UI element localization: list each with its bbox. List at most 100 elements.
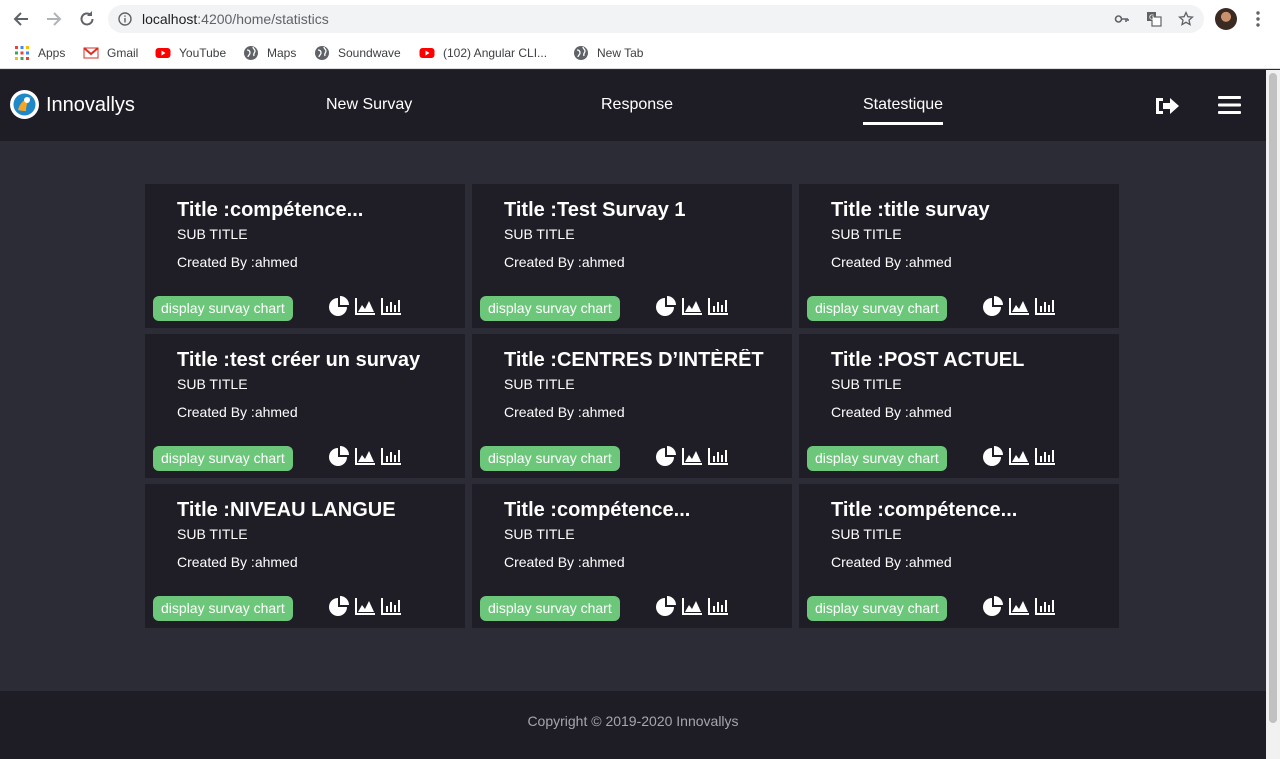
survey-creator: Created By :ahmed [504,254,625,270]
survey-creator: Created By :ahmed [177,404,298,420]
survey-card: Title :Test Survay 1 SUB TITLE Created By … [472,184,792,328]
page-scrollbar[interactable] [1266,70,1280,759]
url-text: localhost:4200/home/statistics [142,11,329,27]
address-bar[interactable]: localhost:4200/home/statistics G [108,5,1204,33]
reload-icon[interactable] [76,8,98,30]
forward-arrow-icon[interactable] [43,8,65,30]
display-survay-chart-button[interactable]: display survay chart [153,596,293,621]
bar-chart-icon[interactable] [707,446,729,466]
more-vert-icon[interactable] [1252,9,1264,29]
display-survay-chart-button[interactable]: display survay chart [807,446,947,471]
display-survay-chart-button[interactable]: display survay chart [153,296,293,321]
bar-chart-icon[interactable] [380,596,402,616]
bookmark-angular-cli[interactable]: (102) Angular CLI... [419,45,547,61]
area-chart-icon[interactable] [681,596,703,616]
bar-chart-icon[interactable] [707,596,729,616]
url-path: :4200/home/statistics [197,11,329,27]
bar-chart-icon[interactable] [707,296,729,316]
profile-avatar[interactable] [1215,8,1237,30]
survey-subtitle: SUB TITLE [177,226,248,242]
survey-title: Title :test créer un survay [177,349,421,371]
bar-chart-icon[interactable] [1034,296,1056,316]
area-chart-icon[interactable] [1008,446,1030,466]
survey-card: Title :POST ACTUEL SUB TITLE Created By :a… [799,334,1119,478]
brand-logo[interactable] [10,90,39,119]
nav-new-survay[interactable]: New Survay [326,96,412,114]
bookmark-star-icon[interactable] [1178,11,1194,27]
app-footer: Copyright © 2019-2020 Innovallys [0,691,1266,759]
pie-chart-icon[interactable] [655,596,677,616]
pie-chart-icon[interactable] [655,446,677,466]
bar-chart-icon[interactable] [1034,596,1056,616]
survey-subtitle: SUB TITLE [831,376,902,392]
survey-creator: Created By :ahmed [504,404,625,420]
pie-chart-icon[interactable] [655,296,677,316]
menu-hamburger-icon[interactable] [1218,95,1241,115]
survey-title: Title :POST ACTUEL [831,349,1025,371]
survey-card: Title :compétence... SUB TITLE Created By … [472,484,792,628]
area-chart-icon[interactable] [1008,296,1030,316]
bookmark-label: Gmail [107,46,139,60]
key-icon[interactable] [1114,11,1130,27]
survey-title: Title :NIVEAU LANGUE [177,499,396,521]
bookmark-label: Maps [267,46,297,60]
area-chart-icon[interactable] [354,446,376,466]
display-survay-chart-button[interactable]: display survay chart [480,296,620,321]
bookmark-soundwave[interactable]: Soundwave [314,45,401,61]
globe-icon [244,46,258,60]
bookmark-maps[interactable]: Maps [243,45,296,61]
pie-chart-icon[interactable] [982,446,1004,466]
display-survay-chart-button[interactable]: display survay chart [480,596,620,621]
brand-name[interactable]: Innovallys [46,94,135,117]
survey-creator: Created By :ahmed [831,554,952,570]
bar-chart-icon[interactable] [380,296,402,316]
bookmark-apps[interactable]: Apps [14,45,65,61]
display-survay-chart-button[interactable]: display survay chart [807,296,947,321]
survey-card: Title :test créer un survay SUB TITLE Crea… [145,334,465,478]
display-survay-chart-button[interactable]: display survay chart [807,596,947,621]
translate-icon[interactable]: G [1146,11,1162,27]
pie-chart-icon[interactable] [328,446,350,466]
area-chart-icon[interactable] [681,296,703,316]
bookmark-youtube[interactable]: YouTube [155,45,226,61]
globe-icon [315,46,329,60]
area-chart-icon[interactable] [354,596,376,616]
pie-chart-icon[interactable] [982,296,1004,316]
area-chart-icon[interactable] [1008,596,1030,616]
url-host: localhost [142,11,198,27]
pie-chart-icon[interactable] [982,596,1004,616]
survey-subtitle: SUB TITLE [831,226,902,242]
bookmark-new-tab[interactable]: New Tab [573,45,643,61]
scrollbar-thumb[interactable] [1269,73,1277,723]
nav-response[interactable]: Response [601,96,673,114]
survey-card: Title :compétence... SUB TITLE Created By … [145,184,465,328]
display-survay-chart-button[interactable]: display survay chart [153,446,293,471]
app-viewport: Innovallys New Survay Response Statestiq… [0,70,1266,759]
bar-chart-icon[interactable] [380,446,402,466]
logout-icon[interactable] [1154,95,1180,117]
back-arrow-icon[interactable] [10,8,32,30]
display-survay-chart-button[interactable]: display survay chart [480,446,620,471]
survey-card: Title :CENTRES D’INTÈRÊT SUB TITLE Created… [472,334,792,478]
app-header: Innovallys New Survay Response Statestiq… [0,70,1266,141]
pie-chart-icon[interactable] [328,596,350,616]
svg-text:G: G [1149,14,1154,22]
area-chart-icon[interactable] [681,446,703,466]
survey-title: Title :compétence... [177,199,364,221]
bookmark-gmail[interactable]: Gmail [83,45,138,61]
bookmark-label: Soundwave [338,46,401,60]
area-chart-icon[interactable] [354,296,376,316]
info-icon[interactable] [118,12,132,26]
survey-creator: Created By :ahmed [831,404,952,420]
apps-grid-icon [15,46,29,60]
nav-statestique[interactable]: Statestique [863,96,944,125]
pie-chart-icon[interactable] [328,296,350,316]
survey-card: Title :title survay SUB TITLE Created By :… [799,184,1119,328]
youtube-icon [155,48,171,58]
survey-subtitle: SUB TITLE [504,526,575,542]
survey-subtitle: SUB TITLE [504,226,575,242]
bookmark-label: Apps [38,46,66,60]
survey-title: Title :compétence... [831,499,1018,521]
bar-chart-icon[interactable] [1034,446,1056,466]
bookmark-label: YouTube [179,46,227,60]
